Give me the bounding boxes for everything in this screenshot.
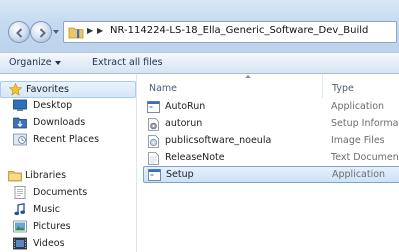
column-header-name[interactable]: Name	[149, 74, 314, 98]
navigation-pane: Favorites Desktop Downloads Recent Place…	[0, 74, 137, 252]
favorites-label: Favorites	[26, 84, 69, 95]
file-row[interactable]: AutoRun Application	[143, 99, 399, 116]
nav-favorites[interactable]: Favorites	[0, 81, 136, 98]
libraries-label: Libraries	[25, 170, 67, 181]
setup-info-icon	[148, 118, 159, 131]
nav-downloads-label: Downloads	[33, 117, 86, 128]
nav-pictures-label: Pictures	[33, 221, 71, 232]
star-icon	[9, 83, 22, 96]
forward-arrow-icon	[39, 28, 46, 38]
nav-videos[interactable]: Videos	[0, 236, 136, 252]
file-name: ReleaseNote	[165, 152, 225, 163]
nav-desktop-label: Desktop	[33, 100, 73, 111]
file-type: Image Files	[331, 135, 385, 146]
nav-downloads[interactable]: Downloads	[0, 115, 136, 132]
nav-pictures[interactable]: Pictures	[0, 219, 136, 236]
back-arrow-icon	[16, 28, 23, 38]
file-name: autorun	[165, 118, 203, 129]
nav-music[interactable]: Music	[0, 202, 136, 219]
image-file-icon	[148, 135, 159, 148]
extract-all-label: Extract all files	[92, 57, 163, 68]
sort-ascending-icon	[245, 75, 251, 78]
file-list: Name Type AutoRun Application autorun Se…	[137, 74, 399, 252]
nav-libraries[interactable]: Libraries	[0, 168, 136, 185]
extract-all-button[interactable]: Extract all files	[92, 57, 163, 68]
nav-recent-places-label: Recent Places	[33, 134, 100, 145]
nav-videos-label: Videos	[33, 238, 65, 249]
file-name: AutoRun	[165, 101, 206, 112]
column-name-label: Name	[149, 83, 178, 94]
nav-music-label: Music	[33, 204, 61, 215]
text-document-icon	[148, 152, 159, 165]
file-row[interactable]: autorun Setup Information	[143, 116, 399, 133]
videos-icon	[13, 237, 27, 250]
address-bar[interactable]: ▶ ▶ NR-114224-LS-18_Ella_Generic_Softwar…	[63, 21, 397, 43]
file-row[interactable]: ReleaseNote Text Document	[143, 150, 399, 167]
nav-documents-label: Documents	[33, 187, 88, 198]
column-type-label: Type	[332, 83, 354, 94]
recent-places-icon	[13, 133, 27, 146]
organize-button[interactable]: Organize	[9, 57, 61, 68]
file-type: Application	[332, 169, 386, 180]
pictures-icon	[13, 220, 27, 233]
organize-label: Organize	[9, 57, 52, 68]
forward-button[interactable]	[30, 21, 52, 43]
downloads-icon	[13, 117, 27, 129]
file-name: Setup	[166, 169, 194, 180]
file-row[interactable]: publicsoftware_noeula Image Files	[143, 133, 399, 150]
back-button[interactable]	[8, 21, 30, 43]
file-type: Application	[331, 101, 385, 112]
chevron-right-icon[interactable]: ▶	[97, 26, 103, 35]
music-icon	[14, 203, 25, 216]
command-bar: Organize Extract all files	[0, 52, 399, 74]
file-row-selected[interactable]: Setup Application	[143, 166, 399, 183]
file-type: Setup Information	[331, 118, 399, 129]
desktop-icon	[13, 99, 27, 111]
nav-recent-places[interactable]: Recent Places	[0, 132, 136, 149]
recent-pages-dropdown[interactable]	[53, 30, 59, 34]
file-type: Text Document	[331, 152, 399, 163]
file-name: publicsoftware_noeula	[165, 135, 272, 146]
application-icon	[148, 169, 161, 181]
libraries-icon	[8, 171, 22, 182]
application-icon	[147, 101, 160, 113]
column-header-type[interactable]: Type	[322, 74, 399, 98]
chevron-right-icon[interactable]: ▶	[87, 26, 93, 35]
nav-documents[interactable]: Documents	[0, 185, 136, 202]
folder-zip-icon	[68, 27, 84, 39]
documents-icon	[14, 186, 26, 199]
chevron-down-icon	[54, 60, 61, 65]
address-path[interactable]: NR-114224-LS-18_Ella_Generic_Software_De…	[110, 25, 368, 36]
address-area: ▶ ▶ NR-114224-LS-18_Ella_Generic_Softwar…	[0, 0, 399, 52]
nav-desktop[interactable]: Desktop	[0, 98, 136, 115]
